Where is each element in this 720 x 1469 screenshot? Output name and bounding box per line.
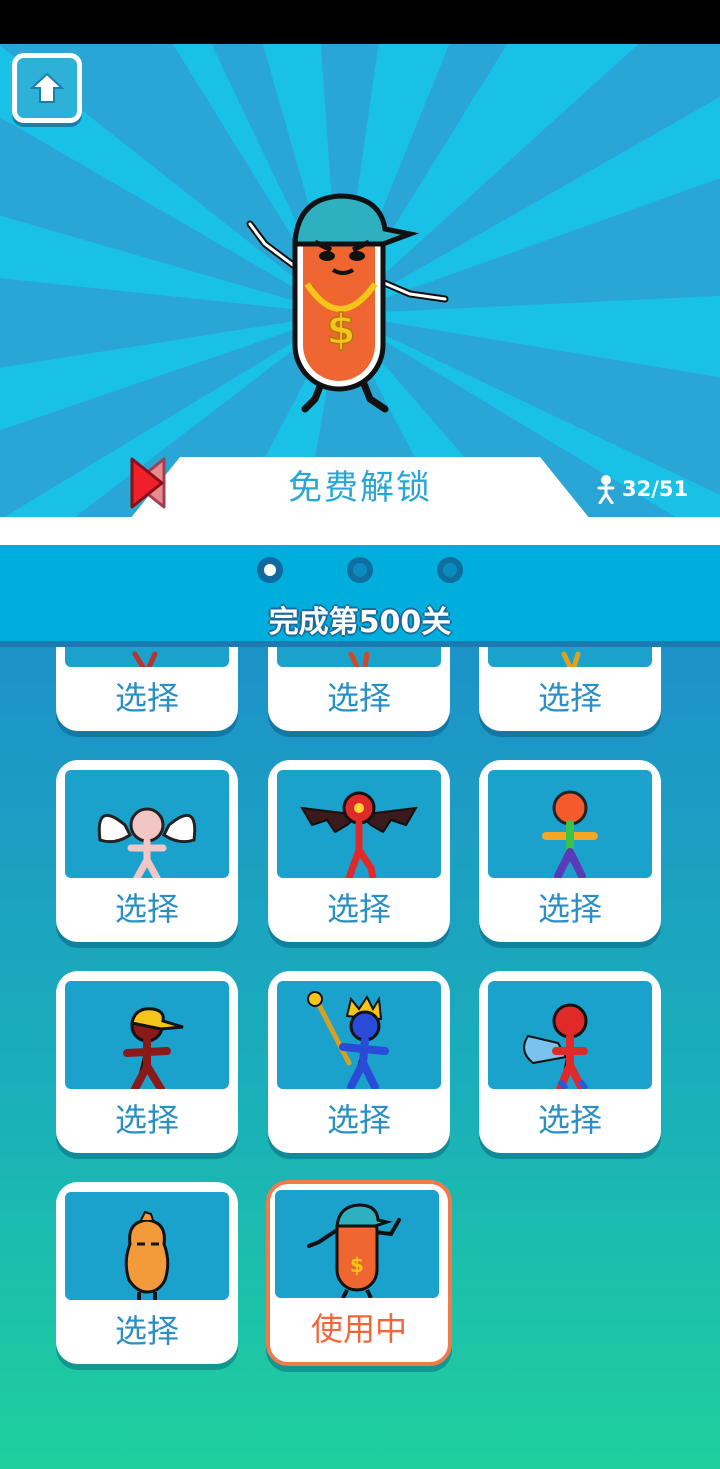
character-card[interactable]: 选择 xyxy=(268,647,450,731)
select-button-label: 选择 xyxy=(537,890,602,928)
character-thumbnail xyxy=(65,647,229,667)
select-button-label: 选择 xyxy=(326,679,391,717)
unlock-tab: 免费解锁 xyxy=(130,457,590,517)
peanut-character-icon xyxy=(124,1210,170,1300)
king-stick-figure-icon xyxy=(307,991,389,1089)
task-header: 完成第500关 xyxy=(0,545,720,642)
divider-band xyxy=(0,517,720,545)
rainbow-stick-figure-icon xyxy=(542,790,598,878)
character-selection-panel: 完成第500关 选择 选择 选择 选择 选择 选择 选择 选择 选择 选择 $ … xyxy=(0,545,720,1469)
select-button-label: 选择 xyxy=(537,679,602,717)
character-thumbnail xyxy=(488,770,652,878)
home-button[interactable] xyxy=(12,53,82,123)
character-card[interactable]: 选择 xyxy=(56,1182,238,1364)
unlock-count-text: 32/51 xyxy=(622,477,689,501)
superhero-stick-figure-icon xyxy=(523,1003,589,1089)
select-button-label: 选择 xyxy=(537,1101,602,1139)
page-indicator xyxy=(0,557,720,583)
select-button-label: 选择 xyxy=(326,890,391,928)
character-card[interactable]: 选择 xyxy=(479,647,661,731)
home-icon xyxy=(30,72,64,103)
character-card[interactable]: 选择 xyxy=(56,647,238,731)
select-button-label: 选择 xyxy=(114,679,179,717)
stick-figure-icon xyxy=(597,475,615,504)
free-unlock-button[interactable]: 免费解锁 xyxy=(130,457,590,517)
select-button-label: 选择 xyxy=(114,890,179,928)
character-thumbnail xyxy=(277,981,441,1089)
character-card[interactable]: 选择 xyxy=(268,971,450,1153)
svg-text:$: $ xyxy=(350,1253,364,1277)
next-arrow-icon[interactable] xyxy=(130,457,166,509)
character-thumbnail: $ xyxy=(275,1190,439,1298)
character-card[interactable]: 选择 xyxy=(268,760,450,942)
stick-figure-partial-icon xyxy=(561,651,581,667)
character-card-in-use[interactable]: $ 使用中 xyxy=(266,1180,452,1366)
in-use-label: 使用中 xyxy=(310,1310,407,1348)
sausage-rapper-character: $ xyxy=(246,193,449,413)
unlock-count: 32/51 xyxy=(596,472,688,506)
demon-bat-stick-figure-icon xyxy=(300,791,418,878)
status-bar xyxy=(0,0,720,44)
character-thumbnail xyxy=(488,647,652,667)
character-thumbnail xyxy=(65,981,229,1089)
character-card[interactable]: 选择 xyxy=(479,971,661,1153)
character-thumbnail xyxy=(488,981,652,1089)
stick-figure-partial-icon xyxy=(132,651,158,667)
character-grid: 选择 选择 选择 选择 选择 选择 选择 选择 选择 选择 $ 使用中 xyxy=(0,647,720,1469)
select-button-label: 选择 xyxy=(326,1101,391,1139)
page-dot-3[interactable] xyxy=(437,557,463,583)
character-thumbnail xyxy=(65,770,229,878)
character-thumbnail xyxy=(65,1192,229,1300)
svg-text:$: $ xyxy=(326,305,355,354)
angel-stick-figure-icon xyxy=(97,807,197,878)
character-card[interactable]: 选择 xyxy=(479,760,661,942)
character-preview: $ 免费解锁 32/51 xyxy=(0,44,720,517)
character-thumbnail xyxy=(277,770,441,878)
select-button-label: 选择 xyxy=(114,1312,179,1350)
character-card[interactable]: 选择 xyxy=(56,971,238,1153)
stick-figure-partial-icon xyxy=(348,651,370,667)
character-thumbnail xyxy=(277,647,441,667)
cap-stick-figure-icon xyxy=(123,1007,184,1089)
page-dot-1[interactable] xyxy=(257,557,283,583)
page-dot-2[interactable] xyxy=(347,557,373,583)
sausage-rapper-character-icon: $ xyxy=(307,1203,401,1298)
unlock-requirement-title: 完成第500关 xyxy=(268,605,452,640)
select-button-label: 选择 xyxy=(114,1101,179,1139)
character-card[interactable]: 选择 xyxy=(56,760,238,942)
